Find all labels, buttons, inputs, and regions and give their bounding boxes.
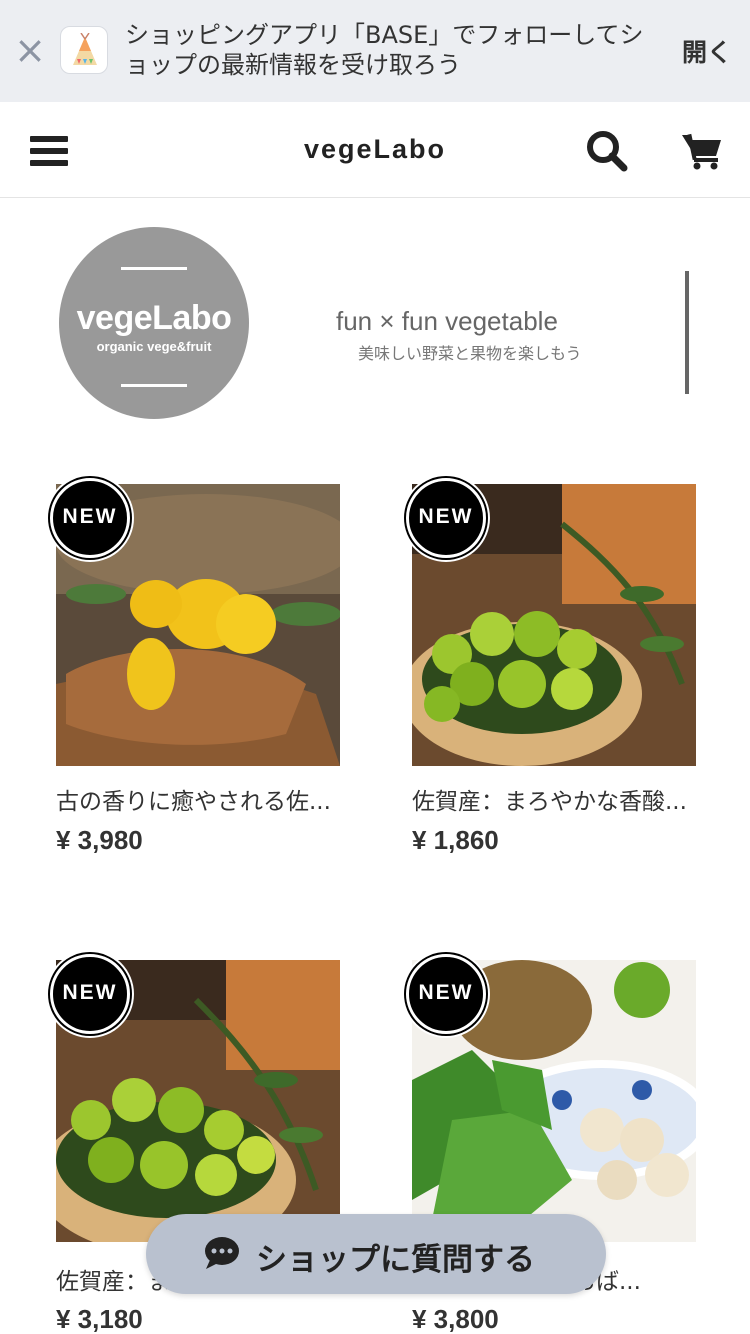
product-price: ¥ 3,980 [56, 825, 143, 855]
new-badge: NEW [402, 950, 490, 1038]
chat-bubble-icon [205, 1237, 239, 1269]
open-app-button[interactable]: 開く [682, 33, 732, 69]
search-icon[interactable] [586, 130, 628, 172]
cart-icon[interactable] [682, 132, 722, 170]
new-badge: NEW [46, 950, 134, 1038]
banner-message: ショッピングアプリ「BASE」でフォローしてショップの最新情報を受け取ろう [125, 21, 644, 79]
base-teepee-icon [73, 33, 97, 65]
ask-shop-label: ショップに質問する [256, 1242, 535, 1278]
new-badge: NEW [402, 474, 490, 562]
logo-divider [121, 267, 187, 270]
tagline-japanese: 美味しい野菜と果物を楽しもう [358, 344, 582, 363]
logo-divider [121, 384, 187, 387]
new-badge: NEW [46, 474, 134, 562]
close-icon[interactable]: × [14, 30, 46, 70]
base-app-icon [60, 26, 108, 74]
logo-name: vegeLabo [76, 299, 232, 337]
logo-subtitle: organic vege&fruit [96, 339, 212, 354]
product-price: ¥ 3,800 [412, 1304, 499, 1334]
product-name[interactable]: 佐賀産：まろやかな香酸... [412, 782, 702, 816]
shop-logo: vegeLabo organic vege&fruit [59, 227, 249, 419]
product-price: ¥ 3,180 [56, 1304, 143, 1334]
ask-shop-button[interactable]: ショップに質問する [146, 1214, 606, 1294]
app-banner: × ショッピングアプリ「BASE」でフォローしてショップの最新情報を受け取ろう … [0, 0, 750, 102]
shop-title[interactable]: vegeLabo [0, 134, 750, 165]
product-name[interactable]: 古の香りに癒やされる佐... [56, 782, 346, 816]
tagline-english: fun × fun vegetable [336, 306, 558, 336]
logo-bar [685, 271, 689, 394]
product-price: ¥ 1,860 [412, 825, 499, 855]
shop-header: vegeLabo [0, 102, 750, 198]
